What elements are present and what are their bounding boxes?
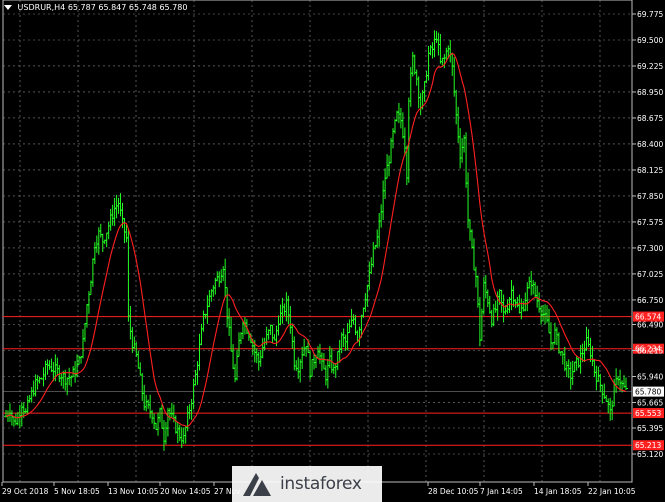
- y-tick-label: 67.300: [637, 244, 663, 253]
- y-tick-label: 69.225: [637, 62, 663, 71]
- watermark-text: instaforex: [280, 474, 362, 494]
- y-tick-label: 67.575: [637, 218, 663, 227]
- y-tick-label: 65.120: [637, 450, 663, 459]
- level-label: 65.553: [635, 409, 661, 418]
- x-tick-label: 29 Oct 2018: [2, 487, 49, 496]
- header-symbol: USDRUR,H4: [17, 3, 66, 12]
- x-tick-label: 13 Nov 10:05: [108, 487, 159, 496]
- y-tick-label: 69.500: [637, 36, 663, 45]
- level-label: 65.213: [635, 441, 661, 450]
- chart-header: USDRUR,H4 65.787 65.847 65.748 65.780: [4, 3, 187, 12]
- y-tick-label: 68.950: [637, 88, 663, 97]
- y-tick-label: 67.025: [637, 270, 663, 279]
- header-close: 65.780: [159, 3, 188, 12]
- header-high: 65.847: [98, 3, 127, 12]
- x-tick-label: 20 Nov 14:05: [160, 487, 211, 496]
- y-tick-label: 65.395: [637, 424, 663, 433]
- y-tick-label: 69.775: [637, 10, 663, 19]
- x-tick-label: 28 Dec 10:05: [428, 487, 479, 496]
- x-tick-label: 22 Jan 10:05: [588, 487, 636, 496]
- y-tick-label: 68.675: [637, 114, 663, 123]
- x-tick-label: 7 Jan 14:05: [480, 487, 523, 496]
- instaforex-logo-icon: [243, 473, 271, 496]
- y-tick-label: 67.850: [637, 192, 663, 201]
- x-tick-label: 14 Jan 18:05: [534, 487, 582, 496]
- y-tick-label: 65.665: [637, 398, 663, 407]
- chart-background: [0, 0, 665, 499]
- dropdown-triangle-icon[interactable]: [4, 5, 12, 10]
- y-tick-label: 68.125: [637, 166, 663, 175]
- y-tick-label: 68.400: [637, 140, 663, 149]
- y-tick-label: 66.490: [637, 321, 663, 330]
- y-tick-label: 65.940: [637, 372, 663, 381]
- header-low: 65.748: [128, 3, 157, 12]
- current-price-label: 65.780: [635, 388, 661, 397]
- y-tick-label: 66.750: [637, 296, 663, 305]
- y-tick-label: 66.215: [637, 346, 663, 355]
- instaforex-watermark: instaforex: [232, 466, 382, 502]
- header-open: 65.787: [67, 3, 96, 12]
- x-tick-label: 5 Nov 18:05: [54, 487, 100, 496]
- price-chart[interactable]: 66.57466.23465.55365.21365.780 69.77569.…: [0, 0, 665, 499]
